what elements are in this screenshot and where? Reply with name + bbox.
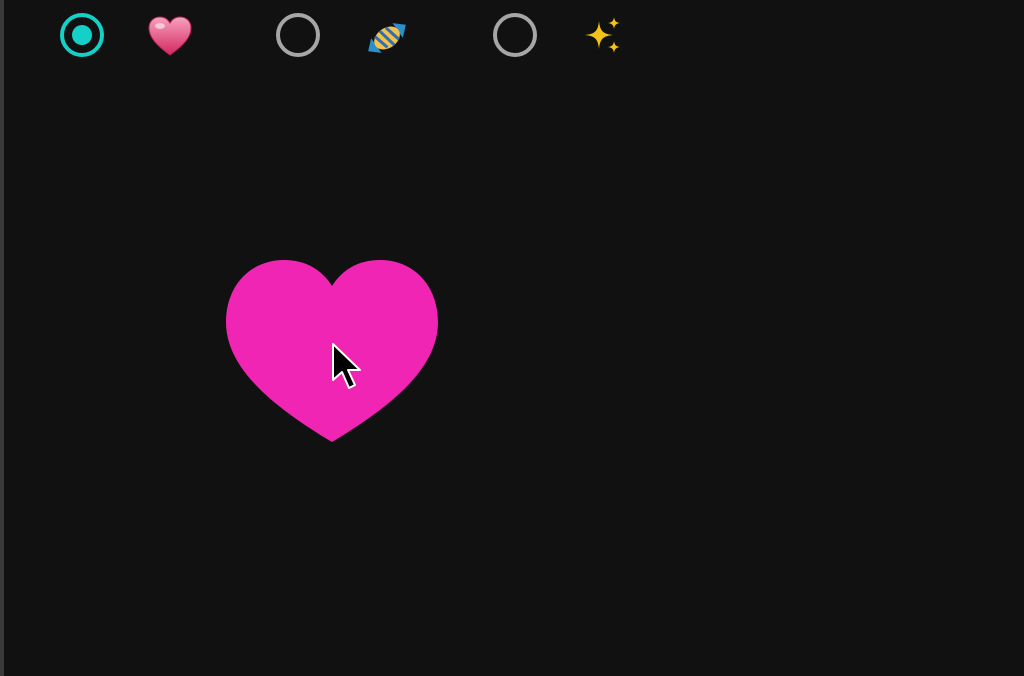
- candy-emoji-icon: [362, 13, 412, 63]
- shape-option-bar: [0, 0, 1024, 80]
- heart-emoji-icon: [146, 13, 194, 61]
- app-window: [0, 0, 1024, 676]
- mouse-pointer-icon: [330, 342, 366, 394]
- radio-heart[interactable]: [60, 13, 104, 57]
- radio-sparkles[interactable]: [493, 13, 537, 57]
- option-candy[interactable]: [276, 13, 416, 67]
- option-sparkles[interactable]: [493, 13, 633, 67]
- radio-candy[interactable]: [276, 13, 320, 57]
- window-left-border: [0, 0, 4, 676]
- sparkles-emoji-icon: [581, 13, 629, 61]
- radio-selected-dot: [72, 25, 92, 45]
- option-heart[interactable]: [60, 13, 200, 67]
